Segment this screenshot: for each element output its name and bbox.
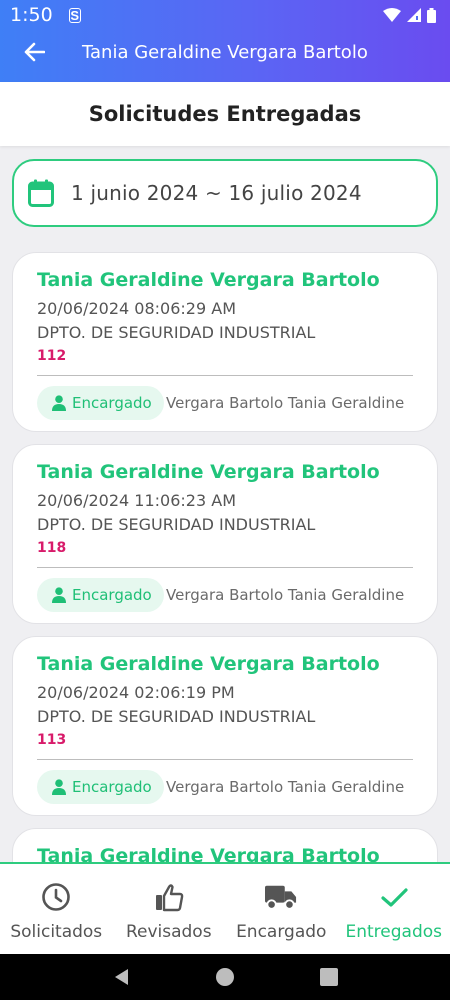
person-icon [52,779,66,795]
role-label: Encargado [72,394,152,412]
request-card[interactable]: Tania Geraldine Vergara Bartolo 20/06/20… [12,636,438,816]
arrow-left-icon [24,42,45,62]
request-number: 113 [37,732,67,748]
nav-encargado[interactable]: Encargado [225,864,338,954]
back-triangle-icon[interactable] [112,967,130,987]
date-range-filter[interactable]: 1 junio 2024 ~ 16 julio 2024 [12,159,438,227]
nav-label: Encargado [236,922,327,942]
request-datetime: 20/06/2024 08:06:29 AM [37,299,236,318]
request-name: Tania Geraldine Vergara Bartolo [37,461,380,483]
role-badge: Encargado [37,770,164,804]
check-icon [381,888,408,907]
card-divider [37,567,413,568]
request-name: Tania Geraldine Vergara Bartolo [37,269,380,291]
signal-icon [407,8,421,22]
card-divider [37,375,413,376]
role-badge: Encargado [37,578,164,612]
bottom-nav: Solicitados Revisados Encargado Entregad… [0,862,450,954]
request-datetime: 20/06/2024 11:06:23 AM [37,491,236,510]
request-department: DPTO. DE SEGURIDAD INDUSTRIAL [37,323,316,342]
request-card[interactable]: Tania Geraldine Vergara Bartolo [12,828,438,862]
appbar-title: Tania Geraldine Vergara Bartolo [82,41,368,63]
nav-solicitados[interactable]: Solicitados [0,864,113,954]
status-bar: 1:50 S [10,4,436,26]
request-number: 112 [37,348,67,364]
nav-label: Revisados [125,922,212,942]
status-indicators [383,7,436,23]
page-title: Solicitudes Entregadas [88,102,362,126]
sim-icon: S [68,7,81,23]
request-card[interactable]: Tania Geraldine Vergara Bartolo 20/06/20… [12,252,438,432]
person-icon [52,587,66,603]
page-header: Solicitudes Entregadas [0,82,450,146]
system-nav-bar [0,954,450,1000]
thumbs-up-icon [155,884,184,912]
request-list[interactable]: Tania Geraldine Vergara Bartolo 20/06/20… [0,250,450,862]
home-circle-icon[interactable] [215,967,235,987]
request-department: DPTO. DE SEGURIDAD INDUSTRIAL [37,515,316,534]
card-divider [37,759,413,760]
nav-revisados[interactable]: Revisados [113,864,226,954]
assigned-person: Vergara Bartolo Tania Geraldine [166,586,405,604]
date-range-text: 1 junio 2024 ~ 16 julio 2024 [71,181,362,205]
request-number: 118 [37,540,67,556]
request-name: Tania Geraldine Vergara Bartolo [37,653,380,675]
battery-icon [427,7,436,23]
role-label: Encargado [72,586,152,604]
request-datetime: 20/06/2024 02:06:19 PM [37,683,235,702]
person-icon [52,395,66,411]
request-name: Tania Geraldine Vergara Bartolo [37,845,380,862]
role-label: Encargado [72,778,152,796]
app-bar: 1:50 S Tania Geraldine Vergara Bartolo [0,0,450,82]
calendar-icon [28,179,54,207]
nav-label: Solicitados [10,922,103,942]
nav-entregados[interactable]: Entregados [338,864,450,954]
assigned-person: Vergara Bartolo Tania Geraldine [166,778,405,796]
truck-icon [265,885,297,910]
back-button[interactable] [14,32,54,72]
recents-square-icon[interactable] [319,968,338,986]
request-department: DPTO. DE SEGURIDAD INDUSTRIAL [37,707,316,726]
request-card[interactable]: Tania Geraldine Vergara Bartolo 20/06/20… [12,444,438,624]
assigned-person: Vergara Bartolo Tania Geraldine [166,394,405,412]
clock-icon [42,883,71,911]
status-time: 1:50 [10,4,53,26]
nav-label: Entregados [345,922,442,942]
wifi-icon [383,8,401,22]
role-badge: Encargado [37,386,164,420]
